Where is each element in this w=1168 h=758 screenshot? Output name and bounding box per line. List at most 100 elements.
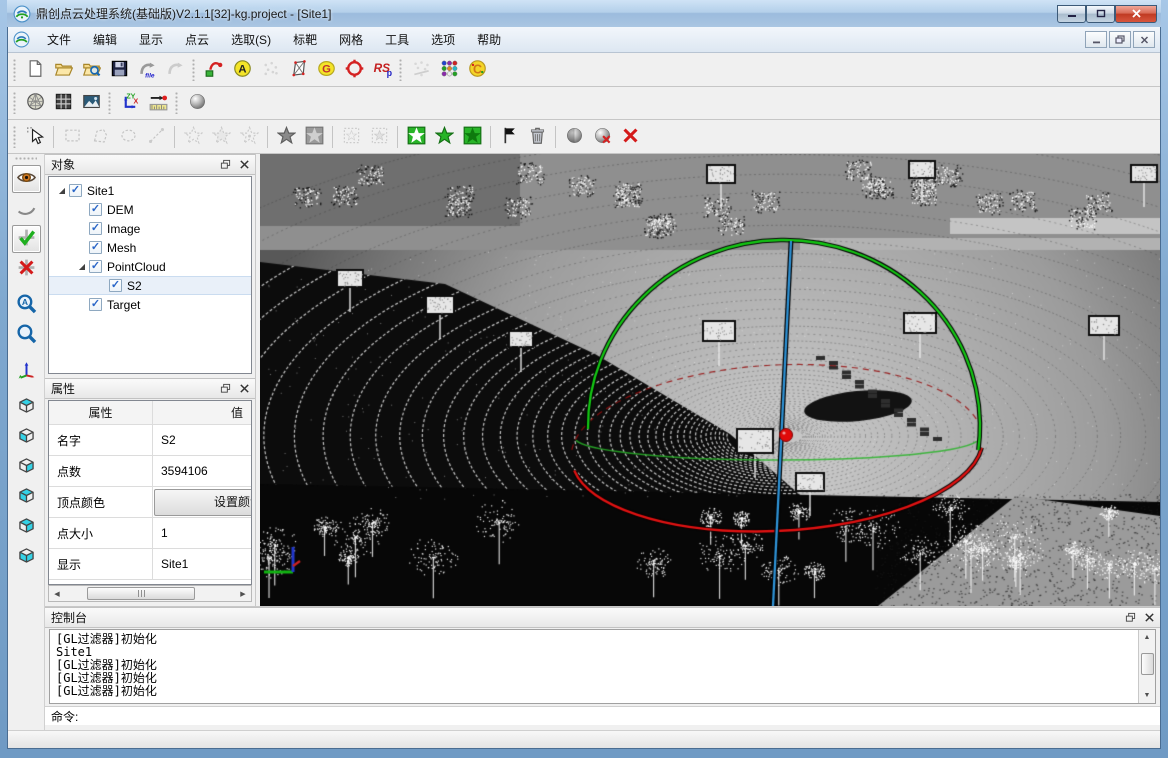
close-panel-icon[interactable] [237,382,251,395]
reject-cross-button[interactable] [12,255,41,283]
sphere-remove-button[interactable] [588,123,616,150]
command-input[interactable] [78,708,1154,724]
scroll-thumb[interactable] [87,587,195,600]
pointcloud-canvas[interactable] [260,154,1160,606]
tree-item-s2[interactable]: ✓S2 [49,276,251,295]
menu-3[interactable]: 点云 [174,27,220,52]
title-bar[interactable]: 鼎创点云处理系统(基础版)V2.1.1[32]-kg.project - [Si… [7,0,1161,27]
tree-item-pointcloud[interactable]: ◢✓PointCloud [49,257,251,276]
float-panel-icon[interactable] [218,158,232,171]
property-value[interactable]: 1 [153,518,251,548]
save-icon [110,59,129,81]
tree-item-image[interactable]: ✓Image [49,219,251,238]
import-file-button[interactable]: file [133,56,161,83]
tree-item-dem[interactable]: ✓DEM [49,200,251,219]
close-button[interactable] [1115,5,1157,23]
triad-button[interactable] [12,357,41,385]
menu-8[interactable]: 选项 [420,27,466,52]
tree-item-target[interactable]: ✓Target [49,295,251,314]
viewport-3d[interactable] [260,154,1160,606]
expander-icon[interactable]: ◢ [77,262,87,271]
menu-2[interactable]: 显示 [128,27,174,52]
console-vscrollbar[interactable]: ▲ ▼ [1138,630,1155,703]
star-apply-button[interactable] [272,123,300,150]
mesh-wire-button[interactable] [284,56,312,83]
menu-9[interactable]: 帮助 [466,27,512,52]
pick-cursor-button[interactable] [21,123,49,150]
new-file-button[interactable] [21,56,49,83]
axes-zyx-button[interactable]: ZYX [116,90,144,117]
visibility-checkbox[interactable]: ✓ [89,203,102,216]
mdi-restore-button[interactable] [1109,31,1131,48]
select-star-button[interactable] [430,123,458,150]
cube-topright-button[interactable] [12,513,41,541]
scroll-up-icon[interactable]: ▲ [1139,630,1155,645]
visibility-checkbox[interactable]: ✓ [89,241,102,254]
label-a-button[interactable]: A [228,56,256,83]
delete-selection-button[interactable] [523,123,551,150]
maximize-button[interactable] [1086,5,1115,23]
scroll-right-icon[interactable]: ▶ [235,586,251,601]
expander-icon[interactable]: ◢ [57,186,67,195]
sphere-ball-button[interactable] [183,90,211,117]
menu-4[interactable]: 选取(S) [220,27,282,52]
float-panel-icon[interactable] [218,382,232,395]
cube-front-button[interactable] [12,453,41,481]
cube-topleft-button[interactable] [12,483,41,511]
flag-mark-button[interactable] [495,123,523,150]
visibility-checkbox[interactable]: ✓ [89,222,102,235]
star-box-button[interactable] [300,123,328,150]
scroll-down-icon[interactable]: ▼ [1139,688,1155,703]
select-inside-button[interactable] [402,123,430,150]
globe-button[interactable] [21,90,49,117]
menu-1[interactable]: 编辑 [82,27,128,52]
accept-check-button[interactable] [12,225,41,253]
circle-o-button[interactable] [340,56,368,83]
scroll-thumb[interactable] [1141,653,1154,675]
visibility-checkbox[interactable]: ✓ [109,279,122,292]
menu-6[interactable]: 网格 [328,27,374,52]
minimize-button[interactable] [1057,5,1086,23]
property-value[interactable]: Site1 [153,549,251,579]
property-value[interactable]: 3594106 [153,456,251,486]
set-color-button[interactable]: 设置颜色 [154,489,251,516]
cancel-x-button[interactable] [616,123,644,150]
curve-button[interactable] [12,195,41,223]
cube-left-button[interactable] [12,423,41,451]
class-colors-button[interactable] [435,56,463,83]
menu-0[interactable]: 文件 [36,27,82,52]
visibility-checkbox[interactable]: ✓ [69,184,82,197]
mdi-minimize-button[interactable] [1085,31,1107,48]
cube-front-icon [16,455,37,479]
image-view-button[interactable] [77,90,105,117]
close-panel-icon[interactable] [237,158,251,171]
save-button[interactable] [105,56,133,83]
scroll-left-icon[interactable]: ◀ [49,586,65,601]
visibility-checkbox[interactable]: ✓ [89,298,102,311]
geometry-g-button[interactable]: G [312,56,340,83]
select-outside-button[interactable] [458,123,486,150]
cube-right-button[interactable] [12,543,41,571]
property-value[interactable]: S2 [153,425,251,455]
close-panel-icon[interactable] [1142,611,1156,624]
mdi-close-button[interactable] [1133,31,1155,48]
eye-button[interactable] [12,165,41,193]
icp-c-button[interactable]: C [463,56,491,83]
tree-item-mesh[interactable]: ✓Mesh [49,238,251,257]
zoom-a-button[interactable]: A [12,291,41,319]
open-project-button[interactable] [49,56,77,83]
menu-7[interactable]: 工具 [374,27,420,52]
tree-item-site1[interactable]: ◢✓Site1 [49,181,251,200]
properties-hscrollbar[interactable]: ◀ ▶ [48,585,252,602]
resection-rsp-button[interactable]: RSp [368,56,396,83]
zoom-button[interactable] [12,321,41,349]
cube-top-button[interactable] [12,393,41,421]
measure-distance-button[interactable] [144,90,172,117]
open-search-button[interactable] [77,56,105,83]
sphere-keep-button[interactable] [560,123,588,150]
visibility-checkbox[interactable]: ✓ [89,260,102,273]
float-panel-icon[interactable] [1123,611,1137,624]
grid-3d-button[interactable] [49,90,77,117]
registration-button[interactable] [200,56,228,83]
menu-5[interactable]: 标靶 [282,27,328,52]
